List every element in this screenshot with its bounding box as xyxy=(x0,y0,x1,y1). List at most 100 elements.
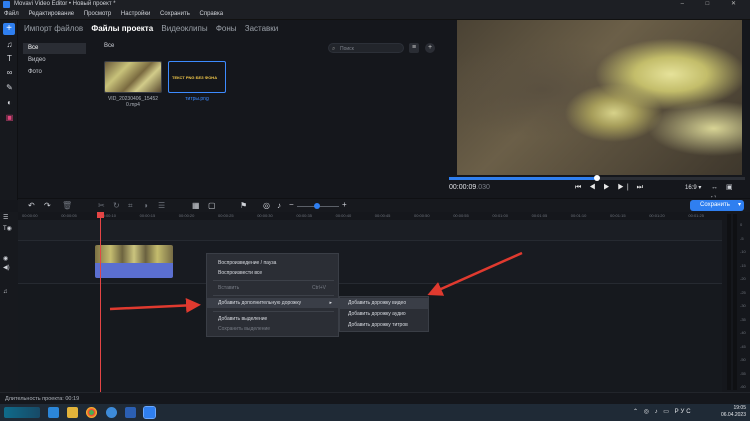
chrome-icon[interactable] xyxy=(86,407,97,418)
tab-import[interactable]: Импорт файлов xyxy=(24,24,83,33)
menu-item-add-selection[interactable]: Добавить выделение xyxy=(207,314,338,324)
menu-item-play-all[interactable]: Воспроизвести все xyxy=(207,268,338,278)
menu-edit[interactable]: Редактирование xyxy=(28,11,74,17)
meter-scale-label: -20 xyxy=(740,276,746,281)
tab-clips[interactable]: Видеоклипы xyxy=(161,24,207,33)
window-controls[interactable]: – □ ✕ xyxy=(681,0,746,9)
title-track[interactable] xyxy=(18,220,722,240)
volume-meter: 0 -5 -10 -15 -20 -25 -30 -35 -40 -45 -50 -55 -60 xyxy=(723,212,750,392)
audio-clip[interactable] xyxy=(95,263,173,278)
tray-clock[interactable]: 19:05 06.04.2023 xyxy=(721,405,746,419)
scrubber-handle[interactable] xyxy=(594,175,600,181)
window-title: Movavi Video Editor • Новый проект * xyxy=(14,1,116,7)
aspect-ratio-select[interactable]: 16:9 ▾ xyxy=(685,182,701,194)
meter-scale-label: -10 xyxy=(740,249,746,254)
meter-scale-label: -60 xyxy=(740,384,746,389)
track-settings-icon[interactable]: ☰ xyxy=(3,214,8,221)
windows-start-icon[interactable] xyxy=(48,407,59,418)
transport-buttons[interactable]: ⏮ ◀ ▶ ▶| ⏭ xyxy=(575,182,646,194)
delete-icon[interactable]: 🗑 xyxy=(62,201,72,210)
record-icon[interactable]: ▢ xyxy=(208,201,216,210)
meter-scale-label: -30 xyxy=(740,303,746,308)
ruler-tick-label: 00:00:50 xyxy=(414,213,430,218)
clock-date: 06.04.2023 xyxy=(720,412,746,418)
voice-icon[interactable]: ◎ xyxy=(263,201,270,210)
file-name-video: VID_20230406_15452 0.mp4 xyxy=(107,96,159,108)
video-preview xyxy=(457,20,742,175)
timeline-ruler[interactable]: 00:00:00 00:00:05 00:00:10 00:00:15 00:00:20… xyxy=(18,212,728,220)
menu-settings[interactable]: Настройки xyxy=(121,11,150,17)
tray-icons[interactable]: ⌃ ◎ ♪ ▭ РУС xyxy=(633,408,693,415)
menu-view[interactable]: Просмотр xyxy=(84,11,111,17)
movavi-taskbar-icon[interactable] xyxy=(143,406,156,419)
submenu-add-titles-track[interactable]: Добавить дорожку титров xyxy=(340,320,428,331)
tab-intros[interactable]: Заставки xyxy=(245,24,279,33)
rotate-icon[interactable]: ↻ xyxy=(113,201,120,210)
motion-icon[interactable]: ▦ xyxy=(192,201,200,210)
transitions-icon[interactable]: ∞ xyxy=(4,67,15,78)
preview-margin xyxy=(742,20,750,175)
ruler-tick-label: 00:00:30 xyxy=(257,213,273,218)
title-bar: Movavi Video Editor • Новый проект * – □… xyxy=(0,0,750,9)
files-header: Все xyxy=(104,43,115,49)
microphone-icon[interactable]: ♪ xyxy=(277,201,281,210)
audio-mute-icon[interactable]: ◀) xyxy=(3,264,10,271)
title-track-icon[interactable]: T◉ xyxy=(3,225,12,232)
search-input[interactable]: ⌕ Поиск xyxy=(328,43,404,53)
category-video[interactable]: Видео xyxy=(23,55,86,66)
menu-save[interactable]: Сохранить xyxy=(160,11,190,17)
browser-icon[interactable] xyxy=(106,407,117,418)
add-media-button[interactable]: + xyxy=(3,23,15,35)
video-clip[interactable] xyxy=(95,245,173,263)
export-save-button[interactable]: Сохранить ▾ xyxy=(690,200,744,211)
properties-icon[interactable]: ☰ xyxy=(158,201,165,210)
player-controls: 00:00:09.030 ⏮ ◀ ▶ ▶| ⏭ 16:9 ▾ ↔ ▣ ⛶ xyxy=(449,182,745,203)
ruler-tick-label: 00:00:25 xyxy=(218,213,234,218)
redo-icon[interactable]: ↷ xyxy=(44,201,51,210)
music-track-icon[interactable]: ♫ xyxy=(3,289,8,295)
start-widget[interactable] xyxy=(4,407,40,418)
stickers-icon[interactable]: ▣ xyxy=(4,112,15,123)
menu-help[interactable]: Справка xyxy=(200,11,224,17)
zoom-out-icon[interactable]: − xyxy=(289,200,294,209)
file-browser: Все ⌕ Поиск ≡ + ТЕКСТ PNG БЕЗ ФОНА VID_2… xyxy=(98,40,454,200)
project-duration: Длительность проекта: 00:19 xyxy=(5,396,80,402)
zoom-in-icon[interactable]: + xyxy=(342,200,347,209)
file-explorer-icon[interactable] xyxy=(67,407,78,418)
menu-item-add-track[interactable]: Добавить дополнительную дорожку ▸ xyxy=(207,298,338,308)
crop-icon[interactable]: ⌗ xyxy=(128,201,133,211)
file-name-image: титры.png xyxy=(185,96,209,102)
tab-backgrounds[interactable]: Фоны xyxy=(216,24,237,33)
word-icon[interactable] xyxy=(125,407,136,418)
timecode: 00:00:09.030 xyxy=(449,184,490,191)
titles-icon[interactable]: T xyxy=(4,53,15,64)
playhead-handle[interactable] xyxy=(97,212,104,218)
music-icon[interactable]: ♫ xyxy=(4,39,15,50)
playhead[interactable] xyxy=(100,212,101,392)
file-thumbnail-video[interactable] xyxy=(104,61,162,93)
category-all[interactable]: Все xyxy=(23,43,86,54)
filters-icon[interactable]: ✎ xyxy=(4,82,15,93)
zoom-slider-handle[interactable] xyxy=(314,203,320,209)
color-icon[interactable]: ◑ xyxy=(143,201,148,210)
undo-icon[interactable]: ↶ xyxy=(28,201,35,210)
submenu-add-audio-track[interactable]: Добавить дорожку аудио xyxy=(340,309,428,320)
sort-button[interactable]: ≡ xyxy=(409,43,419,53)
tab-project-files[interactable]: Файлы проекта xyxy=(91,24,153,33)
menu-item-paste: Вставить Ctrl+V xyxy=(218,285,326,291)
submenu-add-video-track[interactable]: Добавить дорожку видео xyxy=(340,298,428,309)
category-photo[interactable]: Фото xyxy=(23,67,86,78)
effects-icon[interactable]: ◐ xyxy=(4,97,15,108)
menu-item-play-pause[interactable]: Воспроизведение / пауза xyxy=(207,258,338,268)
preview-scrubber[interactable] xyxy=(449,175,745,181)
meter-scale-label: -35 xyxy=(740,316,746,322)
marker-icon[interactable]: ⚑ xyxy=(240,201,247,210)
add-file-button[interactable]: + xyxy=(425,43,435,53)
video-track-icon[interactable]: ◉ xyxy=(3,255,8,262)
ruler-tick-label: 00:00:20 xyxy=(178,213,195,218)
cut-icon[interactable]: ✂ xyxy=(98,201,105,210)
file-thumbnail-image[interactable]: ТЕКСТ PNG БЕЗ ФОНА xyxy=(168,61,226,93)
status-bar: Длительность проекта: 00:19 xyxy=(0,392,750,404)
menu-file[interactable]: Файл xyxy=(4,11,19,17)
context-menu: Воспроизведение / пауза Воспроизвести вс… xyxy=(206,253,339,337)
